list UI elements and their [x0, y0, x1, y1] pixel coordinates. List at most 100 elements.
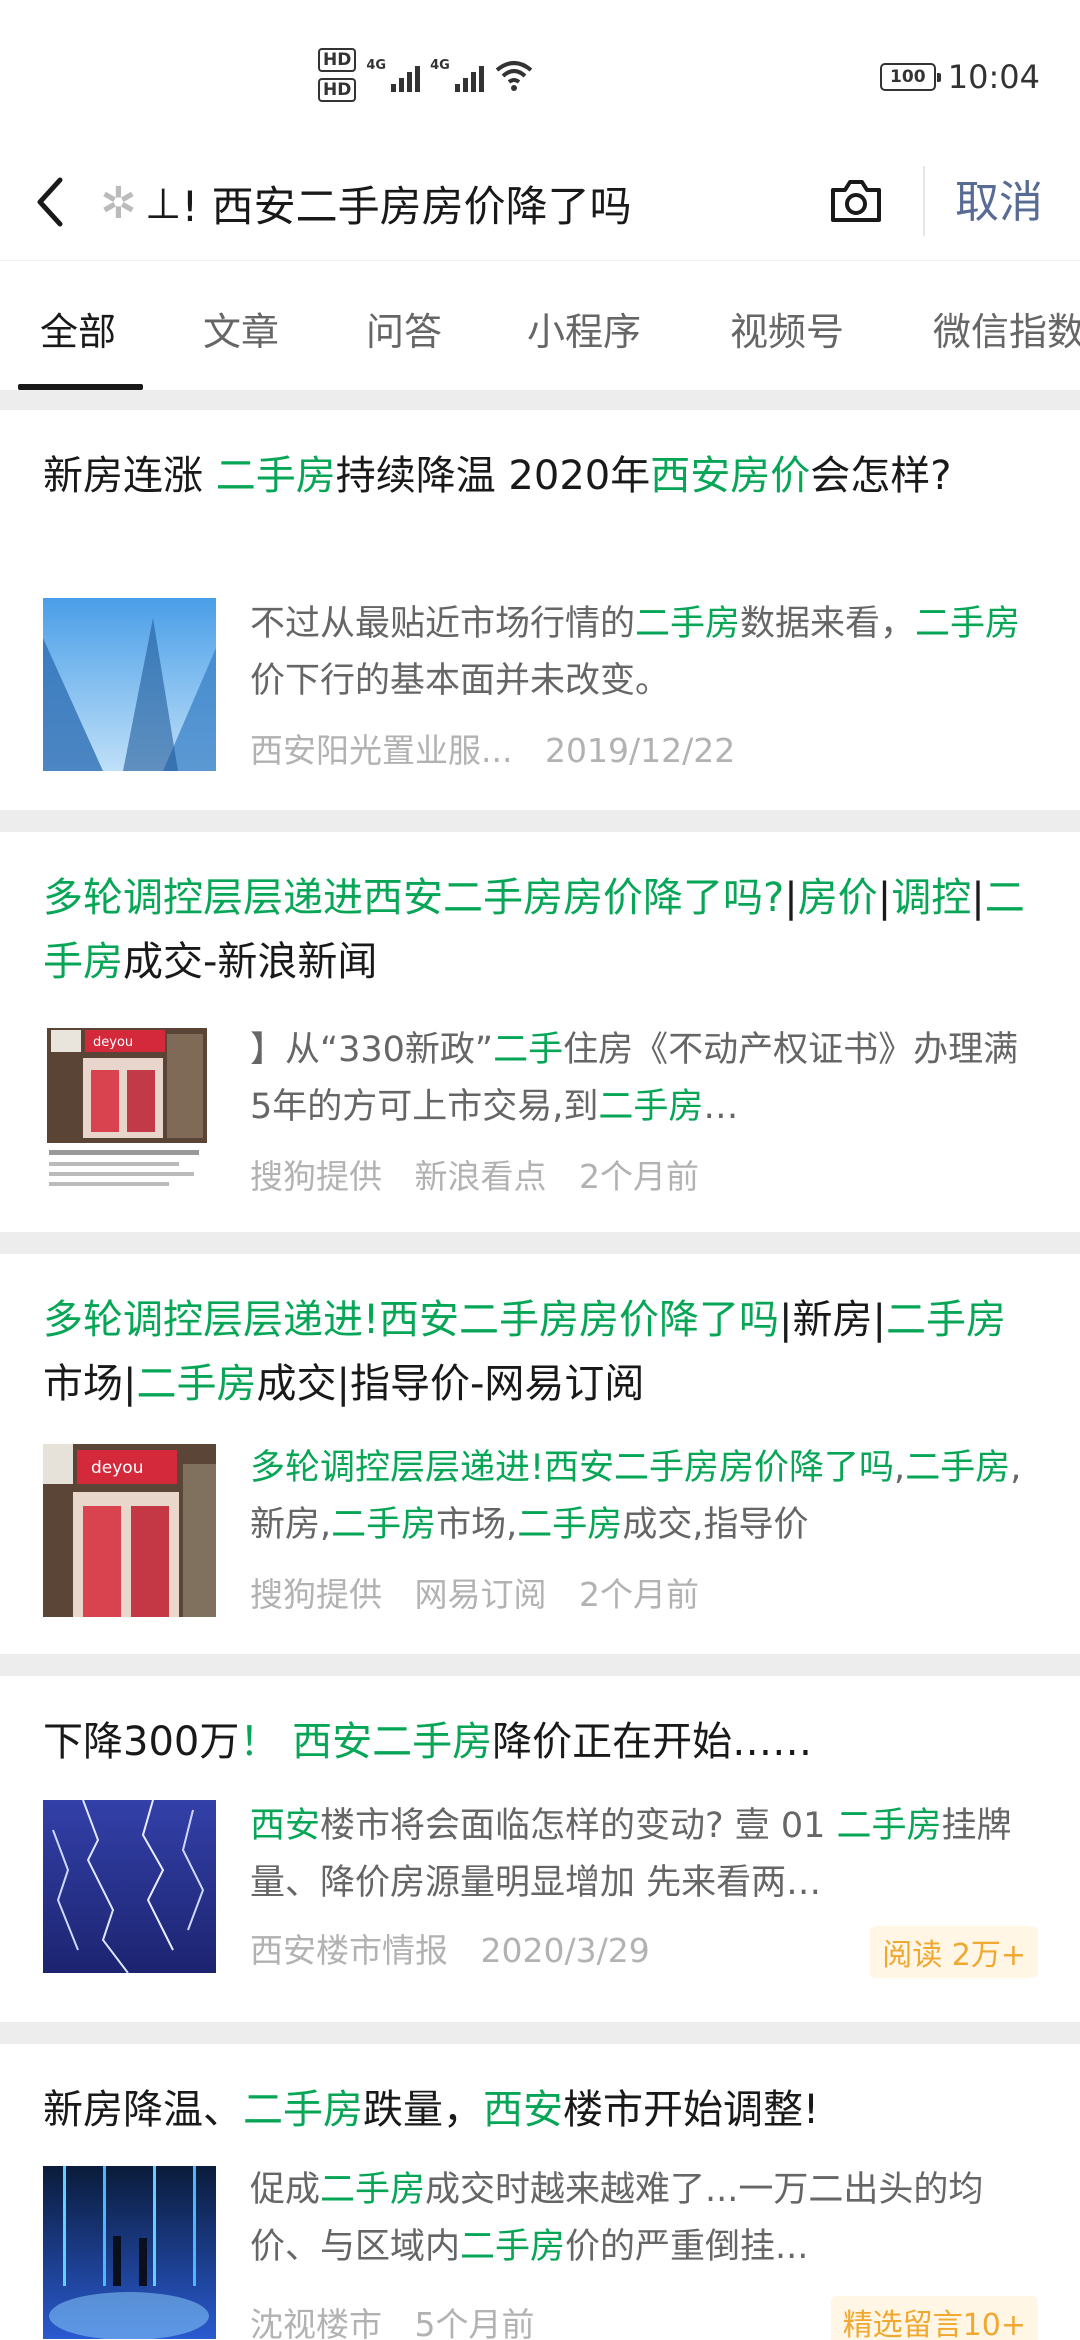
camera-icon[interactable] [825, 170, 887, 232]
result-date: 2个月前 [579, 1575, 699, 1614]
battery-level: 100 [890, 67, 926, 87]
highlighted-term: 二手房 [517, 1505, 623, 1545]
highlighted-term: 多轮调控层层递进!西安二手房房价降了吗 [43, 1297, 780, 1343]
status-icons-right: 100 10:04 [879, 58, 1040, 96]
result-source[interactable]: 沈视楼市 [250, 2305, 382, 2340]
signal-icon-2: 4G [430, 58, 484, 92]
tab-qa[interactable]: 问答 [366, 301, 442, 356]
text-segment: | [971, 875, 985, 921]
cancel-button[interactable]: 取消 [955, 170, 1043, 236]
text-segment: 降价正在开始…… [492, 1719, 813, 1765]
wifi-icon [495, 61, 533, 91]
text-segment: 楼市将会面临怎样的变动? 壹 01 [320, 1806, 837, 1846]
tab-mini-programs[interactable]: 小程序 [527, 301, 641, 356]
tab-wechat-index[interactable]: 微信指数 [933, 301, 1080, 356]
search-header: ✲ ⊥ ! 西安二手房房价降了吗 取消 [0, 150, 1080, 260]
svg-text:deyou: deyou [91, 1458, 144, 1478]
highlighted-term: 二手房 [136, 1361, 257, 1407]
highlighted-term: 房价 [797, 875, 878, 921]
svg-text:deyou: deyou [93, 1035, 133, 1050]
text-segment: | [784, 875, 798, 921]
text-segment: 新房连涨 [43, 453, 216, 499]
signal-icon-1: 4G [366, 58, 421, 92]
highlighted-term: 二手房 [215, 453, 336, 499]
text-segment: 价的严重倒挂... [565, 2227, 809, 2267]
active-tab-indicator [18, 384, 143, 390]
tab-articles[interactable]: 文章 [203, 301, 279, 356]
result-publisher[interactable]: 新浪看点 [415, 1157, 547, 1196]
text-segment: 市场| [43, 1361, 137, 1407]
text-segment: |新房| [779, 1297, 886, 1343]
text-segment: 楼市开始调整! [563, 2087, 820, 2133]
result-date: 2个月前 [579, 1157, 699, 1196]
highlighted-term: 二手 [493, 1030, 564, 1070]
text-segment: 市场, [436, 1505, 518, 1545]
result-card[interactable]: 新房降温、二手房跌量，西安楼市开始调整! 促成二手房成交时越来越难了...一万二… [0, 2044, 1080, 2340]
text-segment: 下降300万 [43, 1719, 240, 1765]
clock: 10:04 [947, 58, 1040, 96]
result-title[interactable]: 多轮调控层层递进西安二手房房价降了吗?|房价|调控|二手房成交-新浪新闻 [43, 866, 1043, 994]
text-segment: , [894, 1448, 906, 1488]
result-thumbnail [43, 2166, 216, 2339]
result-snippet: 多轮调控层层递进!西安二手房房价降了吗,二手房,新房,二手房市场,二手房成交,指… [250, 1440, 1035, 1554]
result-thumbnail: deyou [43, 1444, 216, 1617]
result-publisher[interactable]: 网易订阅 [415, 1575, 547, 1614]
result-source[interactable]: 西安楼市情报 [250, 1931, 448, 1970]
result-thumbnail [43, 1800, 216, 1973]
tab-all[interactable]: 全部 [40, 301, 116, 356]
text-segment: 成交-新浪新闻 [123, 939, 378, 985]
search-query-text: ! 西安二手房房价降了吗 [181, 181, 632, 231]
text-segment: | [877, 875, 892, 921]
search-input[interactable]: ✲ ⊥ ! 西安二手房房价降了吗 [100, 168, 720, 238]
result-thumbnail [43, 598, 216, 771]
battery-icon: 100 [879, 63, 941, 91]
status-bar: HD HD 4G 4G 100 10:04 [0, 0, 1080, 150]
featured-comments-badge: 精选留言10+ [830, 2296, 1038, 2340]
result-title[interactable]: 新房降温、二手房跌量，西安楼市开始调整! [43, 2078, 1043, 2142]
text-segment: 会怎样? [810, 453, 952, 499]
highlighted-term: 多轮调控层层递进西安二手房房价降了吗? [43, 875, 785, 921]
highlighted-term: 西安房价 [650, 453, 811, 499]
result-source[interactable]: 西安阳光置业服... [250, 731, 512, 770]
highlighted-term: 多轮调控层层递进!西安二手房房价降了吗 [250, 1448, 895, 1488]
highlighted-term: 二手房 [886, 1297, 1006, 1343]
result-card[interactable]: 多轮调控层层递进!西安二手房房价降了吗|新房|二手房市场|二手房成交|指导价-网… [0, 1254, 1080, 1654]
result-thumbnail: deyou [43, 1024, 216, 1197]
read-count-badge: 阅读 2万+ [870, 1926, 1038, 1978]
highlighted-term: ！ [239, 1719, 280, 1765]
text-segment: … [703, 1087, 739, 1127]
hd-label-2: HD [318, 78, 357, 102]
result-meta: 搜狗提供 新浪看点 2个月前 [250, 1150, 721, 1198]
result-snippet: 西安楼市将会面临怎样的变动? 壹 01 二手房挂牌量、降价房源量明显增加 先来看… [250, 1798, 1035, 1912]
result-date: 5个月前 [414, 2305, 535, 2340]
sparkle-icon: ✲ [100, 177, 137, 229]
result-meta: 沈视楼市 5个月前 [250, 2298, 557, 2340]
text-segment: 跌量， [363, 2087, 483, 2133]
result-title[interactable]: 多轮调控层层递进!西安二手房房价降了吗|新房|二手房市场|二手房成交|指导价-网… [43, 1288, 1043, 1416]
chevron-left-icon [37, 177, 63, 227]
text-segment: 】从“330新政” [250, 1030, 494, 1070]
filter-tabs: 全部 文章 问答 小程序 视频号 微信指数 [0, 260, 1080, 390]
tab-channels[interactable]: 视频号 [730, 301, 844, 356]
result-snippet: 】从“330新政”二手住房《不动产权证书》办理满5年的方可上市交易,到二手房… [250, 1022, 1035, 1136]
result-card[interactable]: 新房连涨 二手房持续降温 2020年西安房价会怎样? 不过从最贴近市场行情的二手… [0, 410, 1080, 810]
hd-label-1: HD [318, 48, 357, 72]
highlighted-term: 二手房 [320, 2170, 426, 2210]
result-snippet: 促成二手房成交时越来越难了...一万二出头的均价、与区域内二手房价的严重倒挂..… [250, 2162, 1035, 2276]
highlighted-term: 西安 [250, 1806, 321, 1846]
result-date: 2019/12/22 [544, 731, 736, 770]
result-title[interactable]: 新房连涨 二手房持续降温 2020年西安房价会怎样? [43, 444, 1043, 508]
highlighted-term: 二手房 [460, 2227, 566, 2267]
text-segment: 成交|指导价-网易订阅 [256, 1361, 645, 1407]
back-button[interactable] [30, 172, 80, 232]
highlighted-term: 调控 [891, 875, 972, 921]
query-prefix-fragment: ⊥ [144, 178, 182, 228]
result-title[interactable]: 下降300万！ 西安二手房降价正在开始…… [43, 1710, 1043, 1774]
header-divider [923, 166, 925, 236]
highlighted-term: 二手房 [598, 1087, 704, 1127]
text-segment: 促成 [250, 2170, 321, 2210]
hd-voice-icon: HD HD [318, 48, 357, 102]
result-meta: 西安阳光置业服... 2019/12/22 [250, 724, 757, 772]
result-card[interactable]: 多轮调控层层递进西安二手房房价降了吗?|房价|调控|二手房成交-新浪新闻 dey… [0, 832, 1080, 1232]
result-card[interactable]: 下降300万！ 西安二手房降价正在开始…… 西安楼市将会面临怎样的变动? 壹 0… [0, 1676, 1080, 2022]
